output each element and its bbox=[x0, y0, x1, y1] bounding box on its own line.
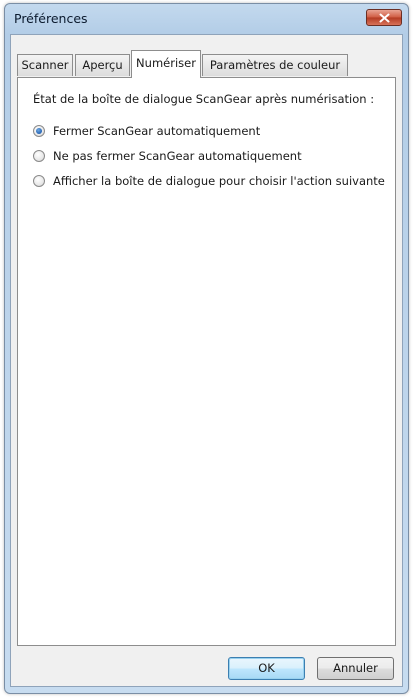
close-button[interactable] bbox=[366, 9, 402, 26]
option-label: Ne pas fermer ScanGear automatiquement bbox=[53, 149, 302, 163]
radio-unselected-icon[interactable] bbox=[33, 150, 45, 162]
preferences-dialog: Préférences Scanner Aperçu Numériser Par… bbox=[4, 3, 409, 694]
tab-scanner[interactable]: Scanner bbox=[17, 54, 73, 76]
tab-numeriser[interactable]: Numériser bbox=[131, 50, 201, 78]
radio-unselected-icon[interactable] bbox=[33, 175, 45, 187]
title-bar[interactable]: Préférences bbox=[5, 4, 408, 34]
tab-apercu[interactable]: Aperçu bbox=[75, 54, 130, 76]
tab-parametres-couleur[interactable]: Paramètres de couleur bbox=[202, 54, 348, 76]
option-label: Afficher la boîte de dialogue pour chois… bbox=[53, 174, 385, 188]
cancel-button[interactable]: Annuler bbox=[317, 657, 394, 680]
ok-button[interactable]: OK bbox=[228, 657, 305, 680]
scan-tab-panel: État de la boîte de dialogue ScanGear ap… bbox=[17, 77, 396, 646]
dialog-client-area: Scanner Aperçu Numériser Paramètres de c… bbox=[10, 34, 403, 687]
option-label: Fermer ScanGear automatiquement bbox=[53, 124, 261, 138]
dialog-title: Préférences bbox=[14, 11, 88, 26]
radio-selected-icon[interactable] bbox=[33, 125, 45, 137]
after-scan-heading: État de la boîte de dialogue ScanGear ap… bbox=[33, 92, 375, 106]
close-icon bbox=[379, 13, 390, 23]
